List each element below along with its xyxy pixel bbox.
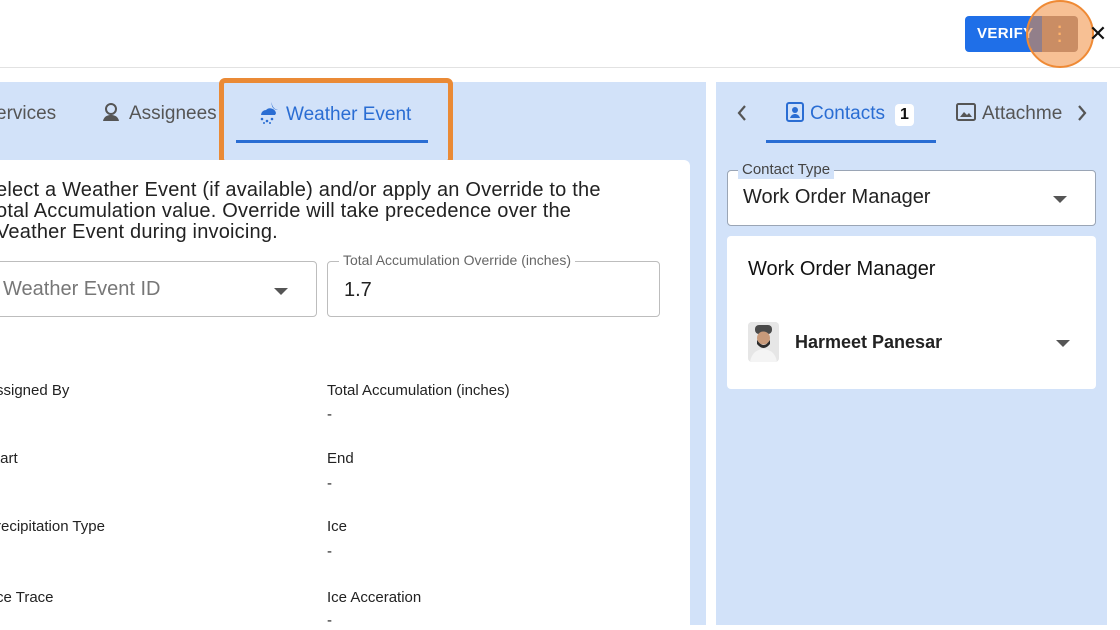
accumulation-override-value: 1.7 [344, 279, 372, 301]
contact-type-value: Work Order Manager [743, 186, 931, 208]
tab-attachments-label: Attachme [982, 103, 1062, 124]
ice-acceration-label: Ice Acceration [327, 589, 422, 606]
instructions-line-2: otal Accumulation value. Override will t… [0, 200, 572, 222]
tab-assignees-label: Assignees [129, 103, 217, 124]
contact-card-title: Work Order Manager [748, 258, 936, 280]
tab-services[interactable]: ervices [0, 100, 56, 128]
total-accumulation-label: Total Accumulation (inches) [327, 382, 510, 399]
contact-name[interactable]: Harmeet Panesar [795, 332, 942, 353]
weather-panel: ervices Assignees Weather Event elect a … [0, 78, 706, 630]
ice-acceration-value: - [327, 612, 332, 629]
start-label: tart [0, 450, 18, 467]
instructions-line-1: elect a Weather Event (if available) and… [0, 179, 601, 201]
accumulation-override-label: Total Accumulation Override (inches) [339, 252, 575, 268]
contact-card: Work Order Manager Harmeet Panesar [727, 236, 1096, 389]
tab-services-label: ervices [0, 103, 57, 124]
dropdown-caret-icon [274, 288, 288, 295]
weather-event-id-select[interactable]: Weather Event ID [0, 261, 317, 317]
ice-label: Ice [327, 518, 348, 535]
end-value: - [327, 475, 332, 492]
tab-highlight-box [219, 78, 453, 165]
chevron-left-icon[interactable] [734, 102, 750, 124]
tab-contacts[interactable]: Contacts 1 [786, 100, 914, 128]
top-bar: VERIFY · · · ✕ [0, 0, 1120, 68]
contacts-count-badge: 1 [894, 104, 914, 126]
person-icon [101, 102, 121, 122]
assigned-by-label: ssigned By [0, 382, 70, 399]
tab-assignees[interactable]: Assignees [101, 100, 217, 128]
chevron-right-icon[interactable] [1074, 102, 1090, 124]
dropdown-caret-icon [1053, 196, 1067, 203]
accumulation-override-input[interactable]: Total Accumulation Override (inches) 1.7 [327, 252, 660, 317]
ice-value: - [327, 543, 332, 560]
contact-type-select[interactable]: Contact Type Work Order Manager [727, 161, 1096, 226]
end-label: End [327, 450, 354, 467]
tab-attachments[interactable]: Attachme [956, 100, 1062, 128]
contact-type-label: Contact Type [738, 161, 835, 179]
precipitation-type-label: recipitation Type [0, 518, 105, 535]
total-accumulation-value: - [327, 406, 332, 423]
tab-contacts-label: Contacts [810, 103, 885, 124]
weather-instructions: elect a Weather Event (if available) and… [0, 180, 676, 243]
image-icon [956, 102, 976, 122]
instructions-line-3: Veather Event during invoicing. [0, 221, 278, 243]
expand-caret-icon[interactable] [1056, 340, 1070, 347]
more-vert-icon[interactable]: · · · [1055, 20, 1065, 50]
contacts-icon [786, 102, 804, 122]
close-icon[interactable]: ✕ [1088, 22, 1108, 46]
weather-event-id-placeholder: Weather Event ID [3, 278, 161, 300]
contacts-panel: Contacts 1 Attachme Contact Type Work Ord… [716, 82, 1107, 625]
active-tab-indicator [766, 140, 936, 143]
avatar [748, 322, 779, 362]
ice-trace-label: ce Trace [0, 589, 54, 606]
weather-event-card: elect a Weather Event (if available) and… [0, 160, 690, 630]
